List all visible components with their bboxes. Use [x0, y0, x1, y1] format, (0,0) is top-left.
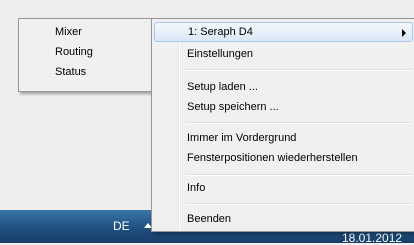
- menu-item-device-seraph-d4[interactable]: 1: Seraph D4: [154, 22, 413, 42]
- menu-separator: [186, 69, 412, 71]
- menu-item-status[interactable]: Status: [21, 62, 150, 82]
- menu-separator: [186, 203, 412, 205]
- menu-separator: [186, 174, 412, 176]
- language-indicator[interactable]: DE: [113, 219, 130, 233]
- menu-item-label: 1: Seraph D4: [188, 26, 253, 38]
- menu-item-fensterpositionen[interactable]: Fensterpositionen wiederherstellen: [154, 148, 413, 168]
- tray-context-menu: 1: Seraph D4 Einstellungen Setup laden .…: [151, 18, 414, 232]
- menu-item-setup-laden[interactable]: Setup laden ...: [154, 77, 413, 97]
- menu-item-mixer[interactable]: Mixer: [21, 22, 150, 42]
- menu-item-beenden[interactable]: Beenden: [154, 209, 413, 229]
- menu-item-info[interactable]: Info: [154, 178, 413, 198]
- device-submenu: Mixer Routing Status: [18, 18, 153, 92]
- menu-item-immer-im-vordergrund[interactable]: Immer im Vordergrund: [154, 128, 413, 148]
- menu-item-einstellungen[interactable]: Einstellungen: [154, 44, 413, 64]
- menu-item-setup-speichern[interactable]: Setup speichern ...: [154, 97, 413, 117]
- menu-item-routing[interactable]: Routing: [21, 42, 150, 62]
- menu-separator: [186, 122, 412, 124]
- submenu-arrow-icon: [402, 29, 406, 37]
